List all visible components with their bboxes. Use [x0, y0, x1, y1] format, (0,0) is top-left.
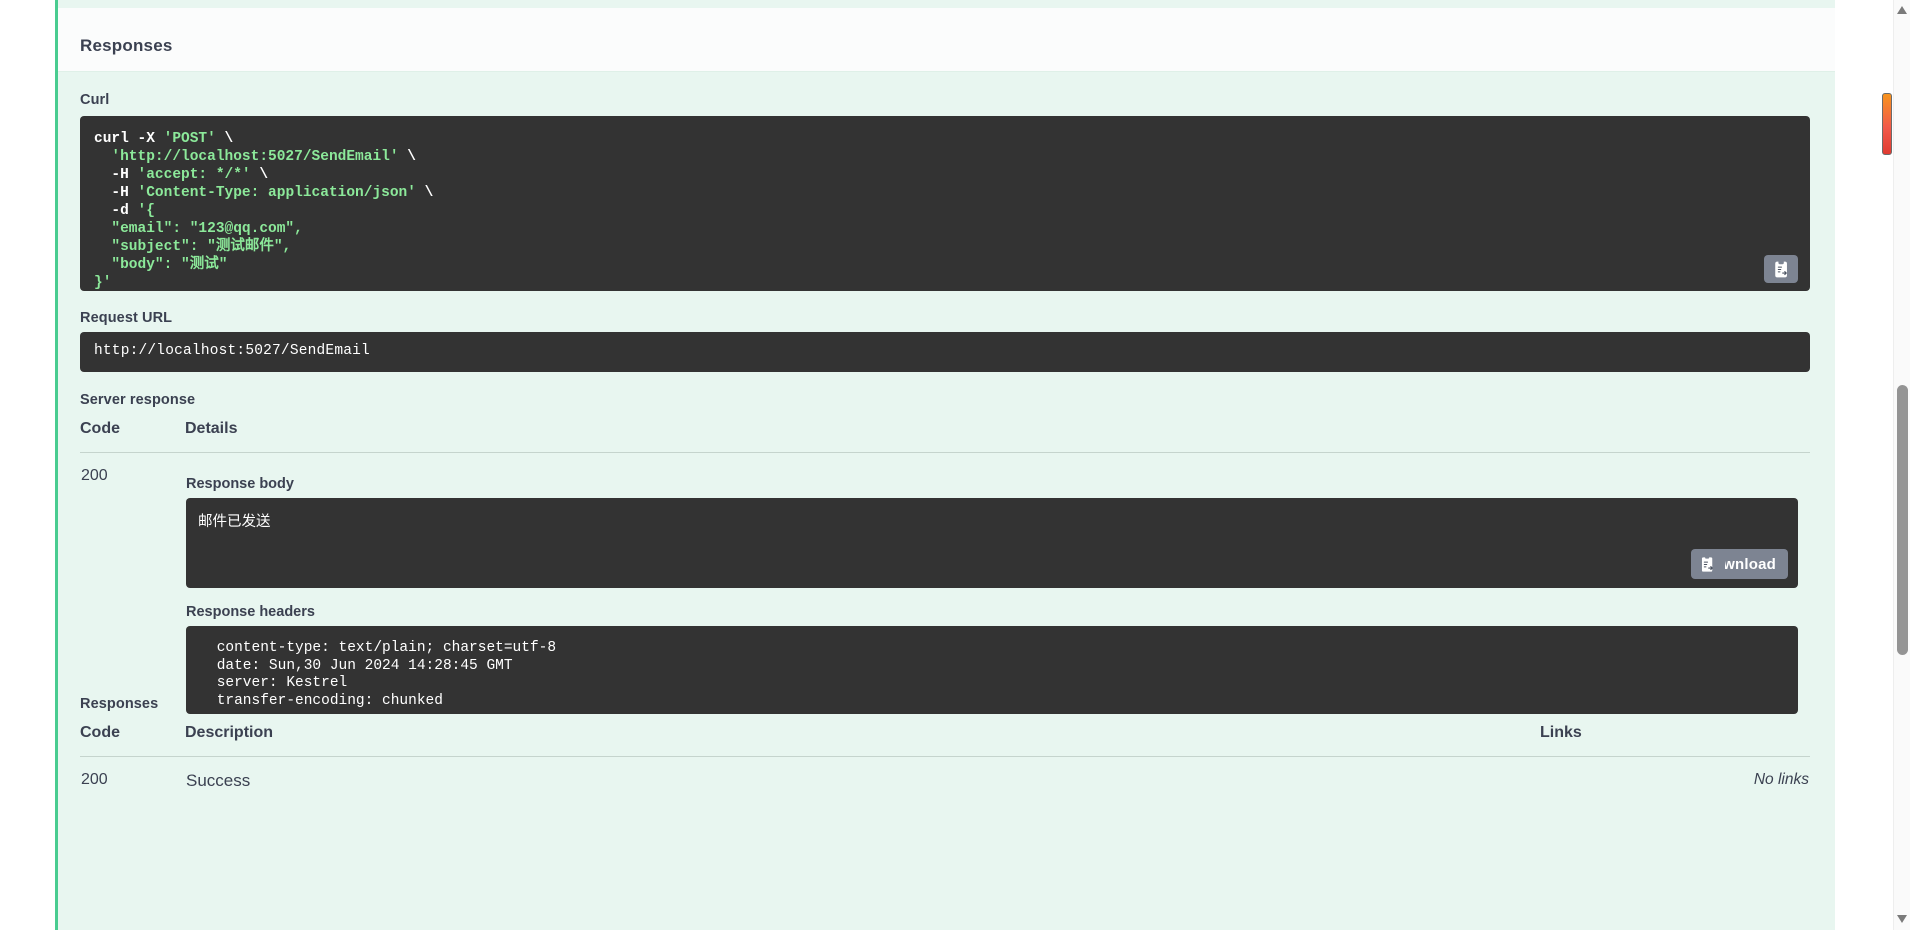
column-header-links: Links — [1540, 716, 1810, 757]
response-code: 200 — [81, 467, 108, 484]
scroll-position-marker — [1882, 93, 1892, 155]
response-description: Success — [186, 771, 251, 790]
request-url-label: Request URL — [80, 310, 173, 326]
column-header-code: Code — [80, 412, 185, 453]
table-row: 200 Success No links — [80, 757, 1810, 793]
copy-to-clipboard-icon[interactable] — [1764, 255, 1798, 283]
request-url-value: http://localhost:5027/SendEmail — [80, 332, 1810, 372]
response-details-cell: Response body 邮件已发送 Download Response he… — [185, 453, 1810, 716]
scroll-down-arrow-icon[interactable] — [1897, 915, 1908, 924]
no-links-text: No links — [1753, 771, 1809, 788]
response-links-cell: No links — [1540, 757, 1810, 793]
column-header-description: Description — [185, 716, 1540, 757]
column-header-details: Details — [185, 412, 1810, 453]
vertical-scrollbar[interactable] — [1893, 0, 1910, 930]
table-row: 200 Response body 邮件已发送 Download Respons… — [80, 453, 1810, 716]
response-body-actions: Download — [1690, 549, 1788, 579]
response-headers-label: Response headers — [186, 604, 315, 620]
response-body-text: 邮件已发送 — [198, 514, 271, 530]
responses-table: Code Description Links 200 Success No li… — [80, 716, 1810, 792]
operation-panel: Responses Curl curl -X 'POST' \ 'http://… — [55, 0, 1835, 930]
responses-panel-header: Responses — [58, 8, 1835, 72]
server-response-table: Code Details 200 Response body 邮件已发送 Dow… — [80, 412, 1810, 715]
response-code: 200 — [81, 771, 108, 788]
response-body-block: 邮件已发送 Download — [186, 498, 1798, 588]
table-header-row: Code Details — [80, 412, 1810, 453]
table-header-row: Code Description Links — [80, 716, 1810, 757]
responses-section-label: Responses — [80, 696, 159, 712]
server-response-label: Server response — [80, 392, 196, 408]
copy-to-clipboard-icon[interactable] — [1690, 550, 1725, 578]
scrollbar-thumb[interactable] — [1897, 385, 1908, 655]
curl-label: Curl — [80, 92, 110, 108]
scroll-up-arrow-icon[interactable] — [1897, 6, 1908, 15]
page-title: Responses — [80, 36, 173, 55]
responses-body: Curl curl -X 'POST' \ 'http://localhost:… — [58, 72, 1835, 930]
response-body-label: Response body — [186, 476, 294, 492]
response-headers-block: content-type: text/plain; charset=utf-8 … — [186, 626, 1798, 714]
curl-code-block: curl -X 'POST' \ 'http://localhost:5027/… — [80, 116, 1810, 291]
column-header-code: Code — [80, 716, 185, 757]
swagger-operation-screen: Responses Curl curl -X 'POST' \ 'http://… — [0, 0, 1910, 930]
